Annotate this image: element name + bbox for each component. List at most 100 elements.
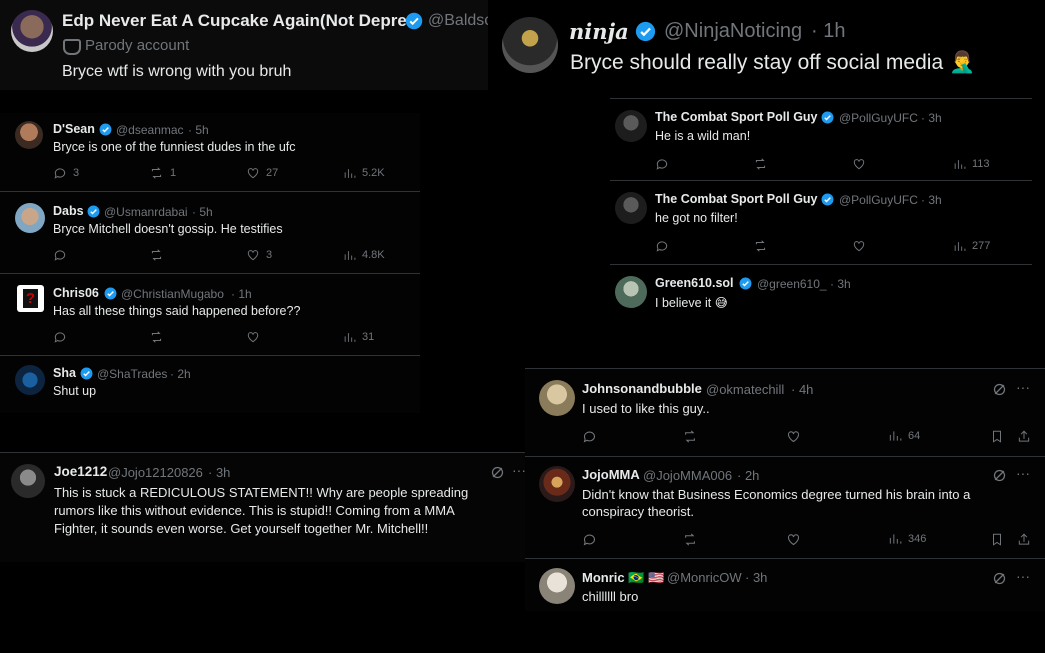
author-name[interactable]: Dabs	[53, 204, 84, 218]
author-handle[interactable]: @green610_	[757, 277, 827, 291]
avatar[interactable]	[11, 464, 45, 498]
reply-item[interactable]: D'Sean @dseanmac · 5h Bryce is one of th…	[0, 113, 420, 191]
post-top-left[interactable]: Edp Never Eat A Cupcake Again(Not Depre.…	[0, 0, 488, 90]
bookmark-button[interactable]	[990, 532, 1004, 547]
author-name[interactable]: Green610.sol	[655, 276, 734, 290]
author-name[interactable]: JojoMMA	[582, 467, 640, 482]
avatar[interactable]	[15, 365, 45, 395]
reply-item[interactable]: Sha @ShaTrades · 2h Shut up	[0, 357, 420, 413]
repost-button[interactable]	[149, 248, 164, 262]
post-time[interactable]: · 3h	[830, 277, 851, 291]
avatar[interactable]	[615, 276, 647, 308]
post-time[interactable]: · 1h	[811, 20, 845, 43]
post-time[interactable]: · 3h	[921, 193, 942, 207]
reply-item[interactable]: ? Chris06 @ChristianMugabo · 1h Has all …	[0, 275, 420, 355]
author-handle[interactable]: @Usmanrdabai	[104, 205, 188, 219]
author-handle[interactable]: @Jojo12120826	[108, 465, 203, 480]
avatar[interactable]	[539, 466, 575, 502]
reply-button[interactable]	[53, 248, 67, 262]
bookmark-button[interactable]	[990, 429, 1004, 444]
like-button[interactable]	[246, 330, 260, 344]
author-handle[interactable]: @PollGuyUFC	[839, 111, 918, 125]
post-time[interactable]: · 1h	[231, 287, 252, 301]
like-button[interactable]: 27	[246, 166, 278, 180]
author-name[interactable]: Johnsonandbubble	[582, 381, 702, 396]
post-top-right[interactable]: ninja @NinjaNoticing · 1h Bryce should r…	[489, 0, 1045, 95]
reply-item[interactable]: The Combat Sport Poll Guy @PollGuyUFC · …	[610, 100, 1032, 180]
more-icon[interactable]: ···	[1016, 379, 1030, 395]
reply-item[interactable]: JojoMMA @JojoMMA006 · 2h ··· Didn't know…	[525, 458, 1045, 558]
author-name[interactable]: D'Sean	[53, 122, 95, 136]
reply-button[interactable]	[655, 239, 669, 253]
repost-button[interactable]	[753, 157, 768, 171]
avatar[interactable]	[615, 192, 647, 224]
avatar[interactable]	[615, 110, 647, 142]
views-button[interactable]: 31	[343, 331, 374, 344]
post-time[interactable]: · 3h	[208, 465, 230, 480]
like-button[interactable]	[786, 429, 801, 444]
author-handle[interactable]: @dseanmac	[116, 123, 184, 137]
share-button[interactable]	[1017, 532, 1031, 547]
avatar[interactable]	[15, 203, 45, 233]
post-time[interactable]: · 3h	[745, 570, 767, 585]
avatar[interactable]	[15, 121, 43, 149]
author-handle[interactable]: @okmatechill	[706, 382, 784, 397]
like-button[interactable]	[852, 157, 866, 171]
reply-button[interactable]	[655, 157, 669, 171]
author-name[interactable]: Monric 🇧🇷 🇺🇸	[582, 570, 664, 586]
post-time[interactable]: · 3h	[921, 111, 942, 125]
more-icon[interactable]: ···	[512, 462, 525, 478]
share-button[interactable]	[1017, 429, 1031, 444]
repost-button[interactable]	[682, 532, 698, 547]
author-handle[interactable]: @NinjaNoticing	[664, 20, 802, 43]
author-name[interactable]: Joe1212	[54, 464, 107, 479]
author-name[interactable]: Chris06	[53, 286, 99, 300]
like-button[interactable]	[852, 239, 866, 253]
repost-button[interactable]	[682, 429, 698, 444]
reply-item[interactable]: Monric 🇧🇷 🇺🇸 @MonricOW · 3h ··· chilllll…	[525, 560, 1045, 611]
author-handle[interactable]: @ShaTrades	[97, 367, 167, 381]
views-button[interactable]: 346	[888, 532, 926, 546]
post-time[interactable]: · 5h	[192, 205, 213, 219]
post-time[interactable]: · 2h	[170, 367, 191, 381]
author-handle[interactable]: @MonricOW	[667, 570, 742, 585]
avatar[interactable]	[539, 568, 575, 604]
author-handle[interactable]: @JojoMMA006	[643, 468, 732, 483]
reply-item[interactable]: Green610.sol @green610_ · 3h I believe i…	[610, 266, 1032, 320]
reply-item[interactable]: The Combat Sport Poll Guy @PollGuyUFC · …	[610, 182, 1032, 264]
author-handle[interactable]: @ChristianMugabo	[121, 287, 224, 301]
reply-button[interactable]	[582, 532, 597, 547]
like-button[interactable]: 3	[246, 248, 272, 262]
reply-item[interactable]: Dabs @Usmanrdabai · 5h Bryce Mitchell do…	[0, 193, 420, 273]
grok-icon[interactable]	[992, 571, 1007, 591]
reply-button[interactable]	[53, 330, 67, 344]
avatar[interactable]: ?	[17, 285, 44, 312]
reply-button[interactable]: 3	[53, 166, 79, 180]
more-icon[interactable]: ···	[1016, 568, 1030, 584]
post-time[interactable]: · 4h	[791, 382, 813, 397]
post-time[interactable]: · 5h	[188, 123, 209, 137]
author-name[interactable]: Edp Never Eat A Cupcake Again(Not Depre.…	[62, 11, 421, 31]
avatar[interactable]	[502, 17, 558, 73]
grok-icon[interactable]	[992, 382, 1007, 402]
avatar[interactable]	[539, 380, 575, 416]
repost-button[interactable]	[149, 330, 164, 344]
repost-button[interactable]	[753, 239, 768, 253]
post-time[interactable]: · 2h	[737, 468, 759, 483]
views-button[interactable]: 277	[953, 240, 990, 253]
repost-button[interactable]: 1	[149, 166, 176, 180]
author-name[interactable]: The Combat Sport Poll Guy	[655, 110, 818, 124]
author-handle[interactable]: @Baldsc	[428, 12, 488, 30]
author-handle[interactable]: @PollGuyUFC	[839, 193, 918, 207]
grok-icon[interactable]	[992, 468, 1007, 488]
post-joe[interactable]: Joe1212 @Jojo12120826 · 3h ··· This is s…	[0, 452, 525, 562]
views-button[interactable]: 113	[953, 158, 990, 171]
author-name[interactable]: ninja	[569, 19, 629, 44]
views-button[interactable]: 5.2K	[343, 167, 385, 180]
reply-item[interactable]: Johnsonandbubble @okmatechill · 4h ··· I…	[525, 370, 1045, 454]
author-name[interactable]: The Combat Sport Poll Guy	[655, 192, 818, 206]
grok-icon[interactable]	[490, 465, 505, 485]
reply-button[interactable]	[582, 429, 597, 444]
avatar[interactable]	[11, 10, 53, 52]
views-button[interactable]: 64	[888, 429, 920, 443]
